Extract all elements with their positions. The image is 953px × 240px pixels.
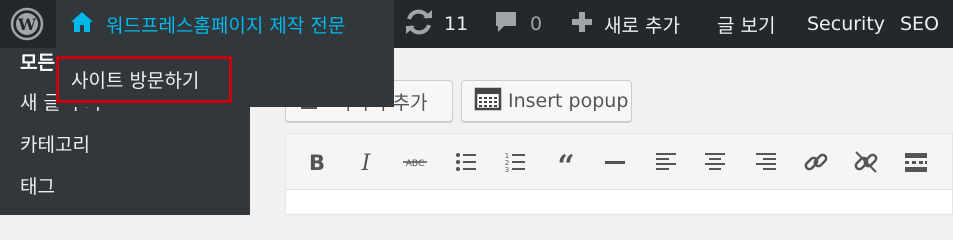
new-content-menu[interactable]: 새로 추가 <box>570 0 680 48</box>
admin-bar: W 워드프레스홈페이지 제작 전문 11 0 새로 추가 글 보기 Securi… <box>0 0 953 48</box>
popup-table-icon <box>474 87 502 116</box>
blockquote-icon[interactable]: “ <box>552 148 580 176</box>
svg-text:ABC: ABC <box>406 159 424 169</box>
sidebar-item-tags[interactable]: 태그 <box>20 172 55 199</box>
svg-text:W: W <box>17 15 37 34</box>
strikethrough-icon[interactable]: ABC <box>401 148 429 176</box>
insert-popup-button[interactable]: Insert popup <box>461 80 632 122</box>
plus-icon <box>570 10 594 39</box>
align-center-icon[interactable] <box>701 148 729 176</box>
bold-icon[interactable]: B <box>303 148 331 176</box>
visit-site-link[interactable]: 사이트 방문하기 <box>56 56 232 103</box>
editor-toolbar: B I ABC 1 2 3 “ <box>285 133 953 190</box>
link-icon[interactable] <box>802 148 830 176</box>
security-menu[interactable]: Security <box>807 0 885 48</box>
comments-count: 0 <box>530 13 543 35</box>
site-name-dropdown: 사이트 방문하기 <box>56 48 394 107</box>
align-right-icon[interactable] <box>752 148 780 176</box>
svg-text:I: I <box>361 151 372 174</box>
horizontal-line-icon[interactable] <box>601 148 629 176</box>
bullet-list-icon[interactable] <box>452 148 480 176</box>
italic-icon[interactable]: I <box>352 148 380 176</box>
view-post-link[interactable]: 글 보기 <box>717 0 775 48</box>
updates-count: 11 <box>444 13 469 35</box>
sidebar-item-categories[interactable]: 카테고리 <box>20 130 90 157</box>
numbered-list-icon[interactable]: 1 2 3 <box>501 148 529 176</box>
align-left-icon[interactable] <box>652 148 680 176</box>
new-content-label: 새로 추가 <box>604 14 680 37</box>
home-icon <box>70 11 94 38</box>
svg-text:3: 3 <box>505 166 509 174</box>
updates-menu[interactable]: 11 <box>404 0 468 48</box>
updates-icon <box>404 9 434 40</box>
insert-popup-label: Insert popup <box>508 90 629 112</box>
unlink-icon[interactable] <box>852 148 880 176</box>
site-name-menu[interactable]: 워드프레스홈페이지 제작 전문 <box>56 0 394 48</box>
svg-text:B: B <box>309 151 325 174</box>
site-name-label: 워드프레스홈페이지 제작 전문 <box>106 14 346 37</box>
svg-text:“: “ <box>557 150 574 174</box>
comments-menu[interactable]: 0 <box>494 0 542 48</box>
wordpress-logo-icon[interactable]: W <box>10 0 44 48</box>
seo-menu[interactable]: SEO <box>900 0 939 48</box>
comment-bubble-icon <box>494 10 518 39</box>
read-more-icon[interactable] <box>902 148 930 176</box>
editor-text-area[interactable] <box>285 190 953 215</box>
